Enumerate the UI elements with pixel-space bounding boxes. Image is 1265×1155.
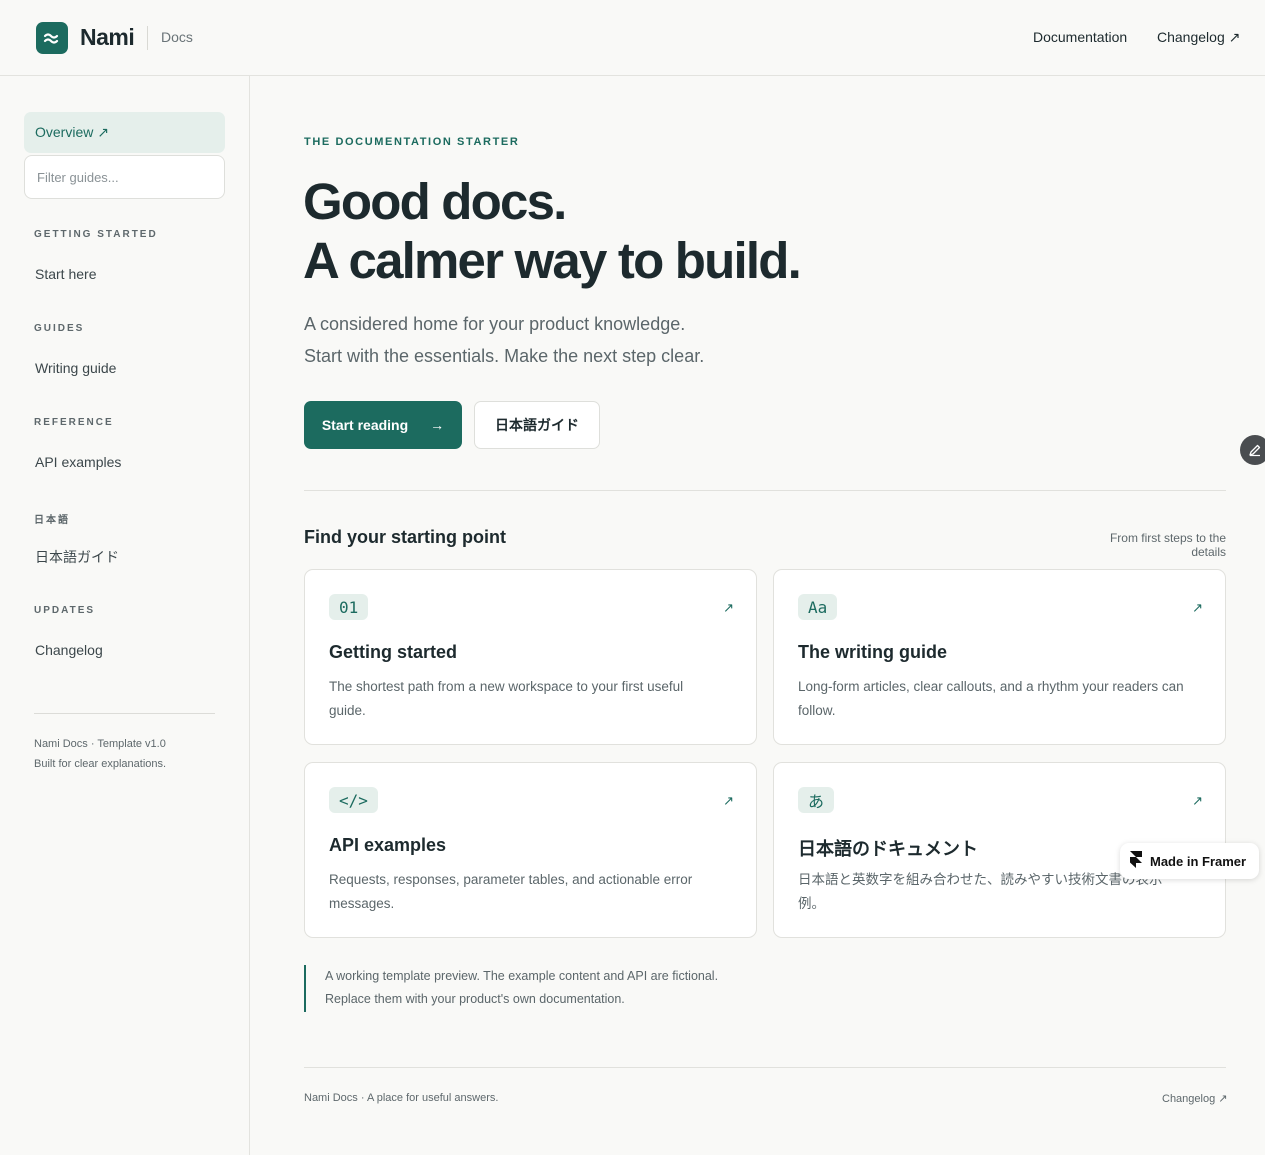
card-badge: あ: [798, 787, 835, 813]
pencil-icon[interactable]: [1240, 435, 1265, 465]
card-badge: Aa: [798, 594, 838, 620]
brand-subtitle: Docs: [161, 29, 193, 45]
footer-divider: [304, 1067, 1226, 1068]
card-writing-guide[interactable]: Aa ↗ The writing guide Long-form article…: [773, 569, 1226, 745]
framer-badge-label: Made in Framer: [1150, 853, 1247, 869]
card-badge: 01: [329, 594, 369, 620]
callout-line-2: Replace them with your product's own doc…: [325, 992, 625, 1006]
nav-documentation-link[interactable]: Documentation: [1033, 29, 1127, 45]
sidebar-item-japanese-guide[interactable]: 日本語ガイド: [35, 547, 119, 567]
brand-name[interactable]: Nami: [80, 24, 135, 51]
wave-icon[interactable]: [36, 22, 68, 54]
card-description: Long-form articles, clear callouts, and …: [798, 679, 1184, 718]
sidebar-divider: [34, 713, 215, 714]
callout-line-1: A working template preview. The example …: [325, 969, 719, 983]
sidebar-item-api-examples[interactable]: API examples: [35, 454, 121, 470]
hero-title: Good docs. A calmer way to build.: [303, 172, 802, 290]
hero-lede-line-2: Start with the essentials. Make the next…: [304, 346, 705, 366]
card-title: The writing guide: [798, 642, 947, 662]
sidebar: Overview ↗ GETTING STARTED Start here GU…: [0, 76, 250, 1155]
section-title: Find your starting point: [304, 527, 506, 547]
filter-guides-input[interactable]: [24, 155, 225, 199]
sidebar-item-writing-guide[interactable]: Writing guide: [35, 360, 116, 376]
brand-divider: [147, 26, 148, 50]
arrow-up-right-icon: ↗: [1192, 600, 1203, 615]
card-title: API examples: [329, 835, 447, 855]
sidebar-section-reference: REFERENCE: [34, 417, 114, 428]
card-title: 日本語のドキュメント: [798, 839, 978, 859]
made-in-framer-badge[interactable]: Made in Framer: [1120, 843, 1259, 879]
top-header: Nami Docs Documentation Changelog ↗: [0, 0, 1265, 76]
section-note: From first steps to the details: [1109, 531, 1226, 559]
footer-changelog-link[interactable]: Changelog ↗: [1162, 1092, 1227, 1105]
sidebar-footer-version: Nami Docs · Template v1.0: [34, 738, 166, 750]
sidebar-section-updates: UPDATES: [34, 605, 96, 616]
card-getting-started[interactable]: 01 ↗ Getting started The shortest path f…: [304, 569, 757, 745]
sidebar-item-changelog[interactable]: Changelog: [35, 642, 103, 658]
arrow-up-right-icon: ↗: [723, 600, 734, 615]
card-badge: </>: [329, 787, 378, 813]
sidebar-footer-tagline: Built for clear explanations.: [34, 758, 167, 770]
start-reading-button[interactable]: Start reading →: [304, 401, 462, 449]
sidebar-item-overview[interactable]: Overview ↗: [24, 112, 225, 153]
card-description: Requests, responses, parameter tables, a…: [329, 872, 693, 911]
arrow-right-icon: →: [430, 417, 445, 433]
sidebar-item-start-here[interactable]: Start here: [35, 266, 96, 282]
card-description: The shortest path from a new workspace t…: [329, 679, 684, 718]
footer-tagline: Nami Docs · A place for useful answers.: [304, 1092, 499, 1104]
sidebar-section-japanese: 日本語: [34, 515, 70, 526]
hero-lede-line-1: A considered home for your product knowl…: [304, 314, 686, 334]
hero-eyebrow: THE DOCUMENTATION STARTER: [304, 136, 520, 148]
japanese-guide-button[interactable]: 日本語ガイド: [474, 401, 600, 449]
nav-changelog-link[interactable]: Changelog ↗: [1157, 29, 1240, 46]
sidebar-section-getting-started: GETTING STARTED: [34, 229, 158, 240]
card-api-examples[interactable]: </> ↗ API examples Requests, responses, …: [304, 762, 757, 938]
note-callout: A working template preview. The example …: [304, 965, 904, 1012]
framer-icon: [1130, 851, 1142, 871]
hero-title-line-2: A calmer way to build.: [303, 232, 802, 289]
card-title: Getting started: [329, 642, 458, 662]
section-divider: [304, 490, 1226, 491]
start-reading-label: Start reading: [321, 417, 409, 433]
sidebar-section-guides: GUIDES: [34, 323, 85, 334]
arrow-up-right-icon: ↗: [723, 793, 734, 808]
arrow-up-right-icon: ↗: [1192, 793, 1203, 808]
hero-title-line-1: Good docs.: [303, 173, 567, 230]
